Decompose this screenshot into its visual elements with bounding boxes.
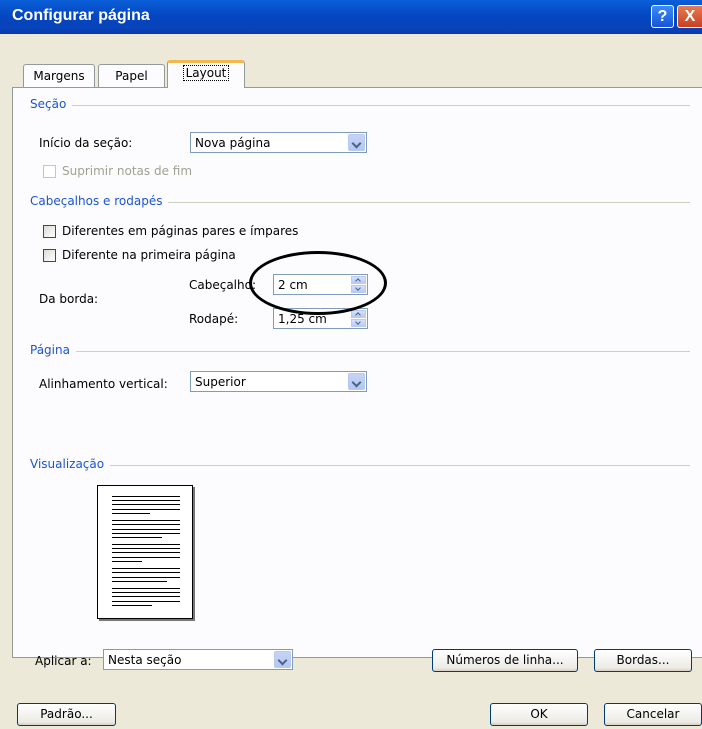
page-setup-dialog: Configurar página ? X Margens Papel Layo… <box>0 0 702 729</box>
section-heading-pagina: Página <box>30 343 76 357</box>
tab-label: Layout <box>182 65 230 81</box>
page-preview <box>97 485 193 619</box>
inicio-secao-label: Início da seção: <box>39 136 133 150</box>
dialog-title: Configurar página <box>12 7 150 24</box>
separator <box>30 465 690 466</box>
preview-line <box>112 581 167 582</box>
preview-line <box>112 552 180 553</box>
separator <box>30 351 690 352</box>
alinhamento-value: Superior <box>195 375 246 389</box>
da-borda-label: Da borda: <box>39 292 99 306</box>
preview-line <box>112 577 180 578</box>
tab-margens[interactable]: Margens <box>23 64 95 88</box>
rodape-label: Rodapé: <box>189 312 239 326</box>
preview-line <box>112 568 180 569</box>
aplicar-select[interactable]: Nesta seção <box>103 649 293 670</box>
preview-line <box>112 537 162 538</box>
help-button[interactable]: ? <box>651 5 674 28</box>
cancelar-button[interactable]: Cancelar <box>604 703 702 726</box>
inicio-secao-select[interactable]: Nova página <box>190 132 367 153</box>
preview-line <box>112 605 152 606</box>
preview-line <box>112 500 180 501</box>
aplicar-value: Nesta seção <box>108 653 182 667</box>
preview-line <box>112 561 142 562</box>
preview-line <box>112 529 180 530</box>
alinhamento-label: Alinhamento vertical: <box>39 377 168 391</box>
preview-line <box>112 548 180 549</box>
padrao-button[interactable]: Padrão... <box>17 703 116 726</box>
preview-line <box>112 504 180 505</box>
suprimir-notas-checkbox[interactable] <box>43 165 56 178</box>
chevron-down-icon[interactable] <box>348 373 365 390</box>
spin-up-icon[interactable] <box>351 310 366 318</box>
chevron-down-icon[interactable] <box>348 134 365 151</box>
section-heading-cabecalhos: Cabeçalhos e rodapés <box>30 194 169 208</box>
inicio-secao-value: Nova página <box>195 136 271 150</box>
preview-line <box>112 572 180 573</box>
tab-label: Papel <box>115 69 148 83</box>
pares-impares-label: Diferentes em páginas pares e ímpares <box>62 224 299 238</box>
spin-down-icon[interactable] <box>351 319 366 327</box>
chevron-down-icon[interactable] <box>274 651 291 668</box>
preview-line <box>112 533 180 534</box>
suprimir-notas-label: Suprimir notas de fim <box>62 164 193 178</box>
preview-line <box>112 588 180 589</box>
section-heading-visualizacao: Visualização <box>30 457 111 471</box>
primeira-pagina-label: Diferente na primeira página <box>62 248 236 262</box>
preview-line <box>112 520 180 521</box>
alinhamento-select[interactable]: Superior <box>190 371 367 392</box>
title-bar: Configurar página ? X <box>0 0 702 34</box>
separator <box>30 105 690 106</box>
numeros-de-linha-button[interactable]: Números de linha... <box>432 649 578 672</box>
close-button[interactable]: X <box>677 5 702 28</box>
highlight-ellipse <box>249 251 387 315</box>
pares-impares-checkbox[interactable] <box>43 225 56 238</box>
preview-line <box>112 601 180 602</box>
tab-papel[interactable]: Papel <box>98 64 165 88</box>
section-heading-secao: Seção <box>30 97 73 111</box>
preview-line <box>112 557 180 558</box>
bordas-button[interactable]: Bordas... <box>594 649 692 672</box>
preview-line <box>112 509 180 510</box>
preview-line <box>112 592 180 593</box>
ok-button[interactable]: OK <box>490 703 588 726</box>
preview-line <box>112 513 150 514</box>
aplicar-label: Aplicar a: <box>35 654 92 668</box>
primeira-pagina-checkbox[interactable] <box>43 249 56 262</box>
cabecalho-label: Cabeçalho: <box>189 278 257 292</box>
preview-line <box>112 544 180 545</box>
tab-layout[interactable]: Layout <box>167 60 245 88</box>
preview-line <box>112 496 180 497</box>
preview-line <box>112 596 180 597</box>
tab-label: Margens <box>33 69 85 83</box>
preview-line <box>112 524 180 525</box>
